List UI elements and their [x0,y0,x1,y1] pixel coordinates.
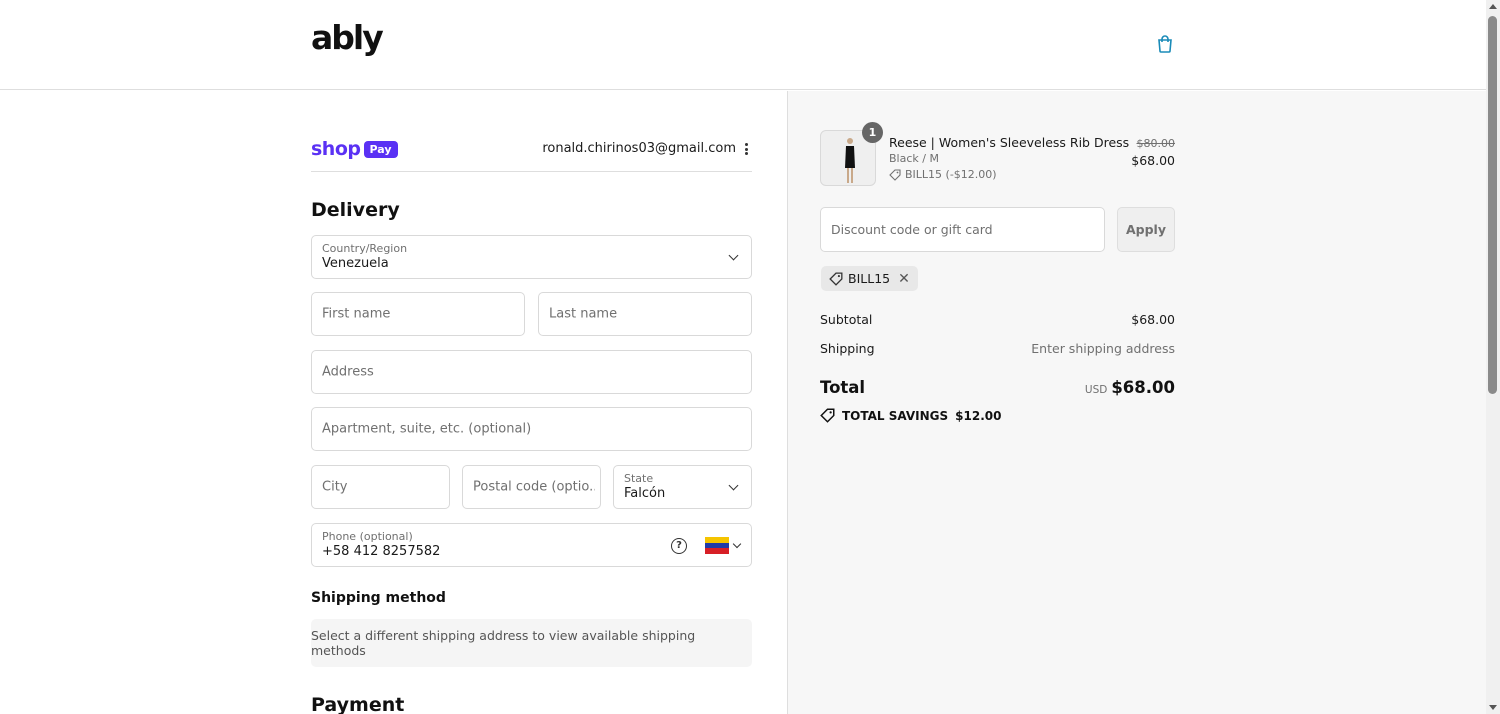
city-placeholder: City [322,479,348,495]
applied-code: BILL15 [848,271,891,286]
subtotal-label: Subtotal [820,312,873,327]
discount-code-placeholder: Discount code or gift card [831,222,993,237]
original-price: $80.00 [1136,137,1176,150]
site-header: ably [0,0,1486,90]
address-placeholder: Address [322,364,374,380]
shopping-bag-icon[interactable] [1155,34,1175,54]
product-discount-text: BILL15 (-$12.00) [905,168,997,181]
product-name: Reese | Women's Sleeveless Rib Dress [889,135,1130,150]
order-summary-panel [787,91,1486,714]
account-email: ronald.chirinos03@gmail.com [542,141,736,156]
phone-field[interactable]: Phone (optional) +58 412 8257582 ? [311,523,752,567]
phone-label: Phone (optional) [322,530,413,543]
delivery-heading: Delivery [311,199,400,221]
first-name-field[interactable]: First name [311,292,525,336]
dress-image-icon [845,138,855,183]
scroll-down-arrow-icon[interactable] [1489,705,1497,710]
total-label: Total [820,378,866,397]
postal-code-placeholder: Postal code (optio... [473,479,595,495]
phone-value: +58 412 8257582 [322,544,441,559]
shipping-method-note: Select a different shipping address to v… [311,619,752,667]
apartment-field[interactable]: Apartment, suite, etc. (optional) [311,407,752,451]
product-discount: BILL15 (-$12.00) [889,168,997,181]
product-variant: Black / M [889,152,939,165]
postal-code-field[interactable]: Postal code (optio... [462,465,601,509]
first-name-placeholder: First name [322,306,391,322]
tag-icon [889,168,901,181]
savings-label: TOTAL SAVINGS [842,408,949,423]
current-price: $68.00 [1131,153,1175,168]
chevron-down-icon [728,250,739,261]
savings-value: $12.00 [955,408,1002,423]
remove-discount-close-icon[interactable]: ✕ [898,271,910,287]
divider [311,171,752,172]
discount-code-input[interactable]: Discount code or gift card [820,207,1105,252]
apartment-placeholder: Apartment, suite, etc. (optional) [322,421,532,437]
state-label: State [624,472,654,485]
country-label: Country/Region [322,242,408,255]
shipping-method-heading: Shipping method [311,590,446,606]
country-value: Venezuela [322,256,389,271]
last-name-placeholder: Last name [549,306,618,322]
tag-icon [829,272,843,286]
payment-heading: Payment [311,694,405,714]
venezuela-flag-icon[interactable] [705,537,729,554]
apply-button[interactable]: Apply [1117,207,1175,252]
total-value: $68.00 [1111,378,1175,397]
quantity-badge: 1 [862,122,883,143]
total-amount: USD $68.00 [1000,378,1175,397]
last-name-field[interactable]: Last name [538,292,752,336]
total-currency: USD [1084,384,1108,396]
savings-tag-icon [820,408,835,423]
shop-pay-logo: shop Pay [311,138,398,160]
shop-pay-badge: Pay [363,140,398,158]
chevron-down-icon[interactable] [732,539,742,549]
city-field[interactable]: City [311,465,450,509]
scroll-up-arrow-icon[interactable] [1489,4,1497,9]
store-logo[interactable]: ably [311,18,384,57]
help-icon[interactable]: ? [671,538,687,554]
shipping-value: Enter shipping address [1031,341,1175,356]
shipping-label: Shipping [820,341,875,356]
scrollbar-thumb[interactable] [1488,16,1497,394]
chevron-down-icon [728,480,739,491]
state-value: Falcón [624,486,666,501]
page-scrollbar[interactable] [1486,0,1500,714]
address-field[interactable]: Address [311,350,752,394]
total-savings: TOTAL SAVINGS $12.00 [820,408,1001,423]
shop-pay-word: shop [311,138,361,160]
subtotal-value: $68.00 [1131,312,1175,327]
country-select[interactable]: Country/Region Venezuela [311,235,752,279]
state-select[interactable]: State Falcón [613,465,752,509]
kebab-menu-icon[interactable] [741,141,751,157]
applied-discount-chip: BILL15 ✕ [821,266,918,291]
